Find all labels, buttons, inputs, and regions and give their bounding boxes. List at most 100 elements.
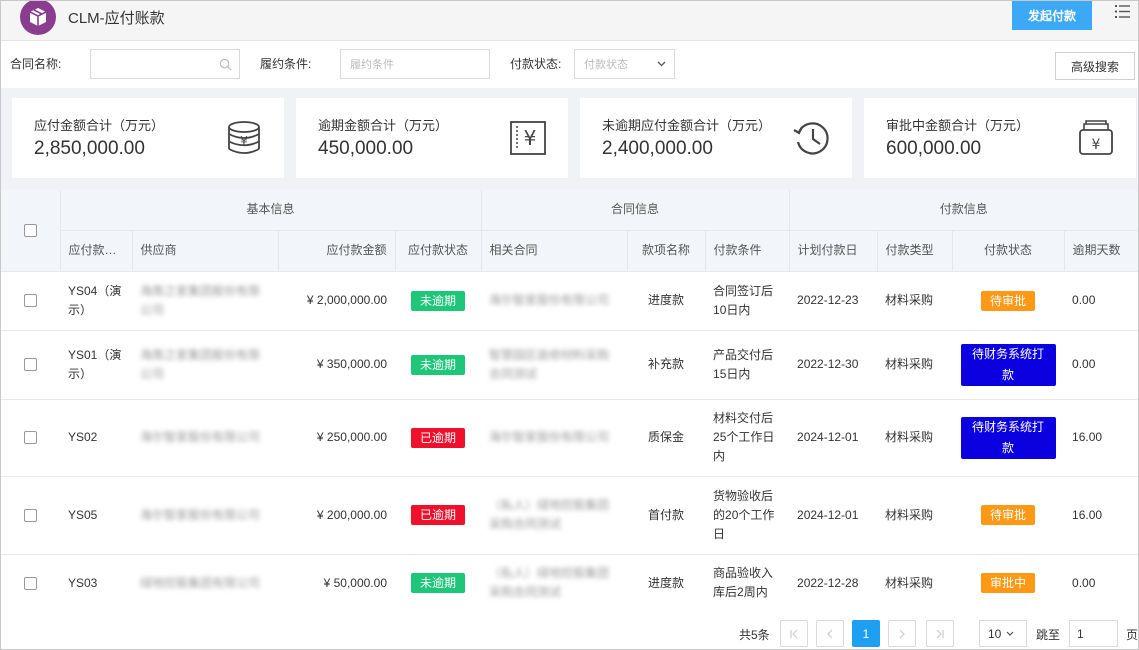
total-count: 共5条	[739, 628, 770, 642]
col-header-status[interactable]: 应付款状态	[394, 230, 482, 272]
cell-date: 2024-12-01	[789, 399, 878, 477]
initiate-payment-button[interactable]: 发起付款	[1012, 1, 1092, 30]
col-header-pay-status[interactable]: 付款状态	[951, 230, 1065, 272]
list-menu-icon[interactable]	[1113, 3, 1133, 21]
cell-pay-status: 待财务系统打款	[952, 399, 1065, 477]
col-header-amount[interactable]: 应付款金额	[277, 230, 395, 272]
cell-type: 材料采购	[877, 399, 953, 477]
app-window: CLM-应付账款 发起付款 合同名称: 履约条件: 履约条件 付款状态: 付款状…	[0, 0, 1139, 650]
status-badge: 未逾期	[411, 573, 466, 593]
cell-id: YS02	[60, 399, 132, 477]
cell-id: YS03	[60, 554, 132, 613]
cell-item: 进度款	[627, 554, 706, 613]
page-number-button[interactable]: 1	[852, 620, 880, 647]
col-header-condition[interactable]: 付款条件	[704, 230, 790, 272]
cell-overdue: 16.00	[1064, 476, 1138, 555]
group-header-payment: 付款信息	[788, 190, 1138, 231]
cell-date: 2024-12-01	[789, 476, 878, 555]
cell-item: 进度款	[627, 271, 706, 331]
summary-card-label: 审批中金额合计（万元）	[886, 118, 1030, 133]
cell-contract[interactable]: 智慧园区装修材料采购合同测试	[481, 330, 628, 400]
cell-type: 材料采购	[877, 330, 953, 400]
group-header-basic: 基本信息	[59, 190, 482, 231]
payment-status-label: 付款状态:	[510, 57, 562, 71]
table-row[interactable]: YS05 海尔智家股份有限公司 ¥ 200,000.00 已逾期 （私人）绿地控…	[1, 476, 1138, 555]
summary-card-value: 450,000.00	[318, 138, 414, 159]
group-header-contract: 合同信息	[480, 190, 790, 231]
search-icon	[219, 58, 232, 71]
cell-status: 已逾期	[395, 399, 482, 477]
filter-bar: 合同名称: 履约条件: 履约条件 付款状态: 付款状态 高级搜索	[1, 42, 1138, 88]
page-size-select[interactable]: 10	[979, 620, 1027, 647]
col-header-id[interactable]: 应付款…	[59, 230, 132, 272]
wallet-yen-icon: ¥	[1079, 120, 1113, 155]
advanced-search-button[interactable]: 高级搜索	[1055, 52, 1135, 80]
cell-status: 未逾期	[395, 271, 482, 331]
cell-amount: ¥ 200,000.00	[278, 476, 395, 555]
cell-contract[interactable]: 海尔智家股份有限公司	[481, 399, 628, 477]
cell-date: 2022-12-30	[789, 330, 878, 400]
col-header-overdue[interactable]: 逾期天数	[1063, 230, 1138, 272]
contract-name-input[interactable]	[90, 49, 240, 79]
cell-pay-status: 待审批	[952, 271, 1065, 331]
cell-status: 已逾期	[395, 476, 482, 555]
cell-supplier: 海尔智家股份有限公司	[132, 476, 278, 555]
performance-condition-input[interactable]: 履约条件	[340, 49, 490, 79]
cell-type: 材料采购	[877, 271, 953, 331]
table-row[interactable]: YS04（演示） 海南之家集团股份有限公司 ¥ 2,000,000.00 未逾期…	[1, 271, 1138, 331]
cell-overdue: 0.00	[1064, 330, 1138, 400]
payment-status-placeholder: 付款状态	[584, 59, 628, 71]
table-row[interactable]: YS01（演示） 海南之家集团股份有限公司 ¥ 350,000.00 未逾期 智…	[1, 330, 1138, 400]
col-header-type[interactable]: 付款类型	[876, 230, 953, 272]
history-clock-icon	[793, 122, 829, 155]
svg-text:¥: ¥	[1092, 137, 1101, 153]
svg-text:¥: ¥	[524, 126, 537, 150]
prev-page-button[interactable]	[816, 620, 844, 647]
status-badge: 未逾期	[411, 354, 466, 375]
coins-icon: ¥	[228, 121, 260, 154]
payment-status-select[interactable]: 付款状态	[574, 49, 675, 79]
cell-contract[interactable]: （私人）绿地控股集团采购合同测试	[481, 476, 628, 555]
cell-supplier: 海南之家集团股份有限公司	[132, 330, 278, 400]
contract-name-label: 合同名称:	[10, 57, 62, 71]
row-checkbox[interactable]	[24, 358, 37, 372]
summary-card-label: 未逾期应付金额合计（万元）	[602, 118, 772, 133]
col-header-item[interactable]: 款项名称	[626, 230, 706, 272]
row-checkbox-cell	[1, 399, 60, 477]
select-all-cell	[1, 190, 60, 272]
cell-date: 2022-12-28	[789, 554, 878, 613]
select-all-checkbox[interactable]	[23, 224, 37, 238]
cell-contract[interactable]: 海尔智家股份有限公司	[481, 271, 628, 331]
last-page-button[interactable]	[926, 620, 954, 647]
col-header-date[interactable]: 计划付款日	[788, 230, 878, 272]
chevron-right-icon	[899, 629, 905, 638]
row-checkbox[interactable]	[24, 294, 37, 308]
summary-card-value: 2,400,000.00	[602, 138, 713, 159]
cell-pay-status: 待审批	[952, 476, 1065, 555]
chevron-down-icon	[657, 61, 666, 67]
app-header: CLM-应付账款 发起付款	[1, 1, 1138, 41]
summary-card-label: 逾期金额合计（万元）	[318, 118, 449, 133]
table-row[interactable]: YS03 绿地控股集团有限公司 ¥ 50,000.00 未逾期 （私人）绿地控股…	[1, 554, 1138, 613]
pay-status-badge: 待财务系统打款	[960, 416, 1056, 459]
last-page-icon	[936, 629, 944, 638]
status-badge: 已逾期	[411, 505, 466, 525]
table-row[interactable]: YS02 海尔智家股份有限公司 ¥ 250,000.00 已逾期 海尔智家股份有…	[1, 399, 1138, 477]
cell-item: 首付款	[627, 476, 706, 555]
row-checkbox[interactable]	[24, 508, 37, 522]
cell-id: YS01（演示）	[60, 330, 132, 400]
cell-amount: ¥ 250,000.00	[278, 399, 395, 477]
next-page-button[interactable]	[888, 620, 916, 647]
row-checkbox[interactable]	[24, 431, 37, 445]
performance-condition-placeholder: 履约条件	[350, 59, 394, 71]
row-checkbox[interactable]	[24, 576, 37, 590]
cell-contract[interactable]: （私人）绿地控股集团采购合同测试	[481, 554, 628, 613]
first-page-button[interactable]	[780, 620, 808, 647]
pay-status-badge: 待财务系统打款	[960, 343, 1056, 386]
col-header-contract[interactable]: 相关合同	[480, 230, 628, 272]
payables-table: 基本信息 合同信息 付款信息 应付款… 供应商 应付款金额 应付款状态 相关合同…	[1, 190, 1138, 613]
col-header-supplier[interactable]: 供应商	[131, 230, 278, 272]
cell-condition: 货物验收后的20个工作日	[705, 476, 790, 555]
jump-page-input[interactable]: 1	[1069, 620, 1118, 647]
box-icon	[20, 1, 56, 35]
